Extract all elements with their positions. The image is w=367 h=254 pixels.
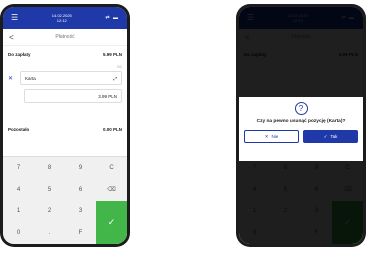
status-bar: ☰ 14.02.2025 12:12 ⇄ ▬ (3, 7, 127, 29)
key-f[interactable]: F (65, 222, 96, 244)
no-button[interactable]: ✕ Nie (244, 130, 299, 143)
yes-button-label: Tak (330, 134, 338, 139)
phone-payment-screen: ☰ 14.02.2025 12:12 ⇄ ▬ < Płatność Do zap… (0, 4, 130, 247)
status-time: 12:12 (56, 18, 67, 23)
payment-method-row: ✕ Karta ⤢ (8, 71, 122, 85)
payment-screen: ☰ 14.02.2025 12:12 ⇄ ▬ < Płatność Do zap… (3, 7, 127, 244)
payment-method-select[interactable]: Karta ⤢ (20, 71, 122, 85)
payment-method-label: Karta (25, 75, 36, 81)
amount-due-row: Do zapłaty 5.99 PLN (3, 52, 127, 57)
amount-due-value: 5.99 PLN (102, 52, 122, 57)
remaining-row: Pozostało 0.00 PLN (3, 127, 127, 132)
dialog-message: Czy na pewno usunąć pozycję (Karta)? (256, 119, 346, 124)
key-6[interactable]: 6 (65, 179, 96, 201)
key-1[interactable]: 1 (3, 201, 34, 223)
key-8[interactable]: 8 (34, 157, 65, 179)
remove-payment-icon[interactable]: ✕ (8, 75, 20, 82)
menu-icon[interactable]: ☰ (11, 14, 18, 22)
close-icon: ✕ (264, 133, 269, 139)
confirm-delete-dialog: ? Czy na pewno usunąć pozycję (Karta)? ✕… (239, 97, 363, 161)
amount-due-label: Do zapłaty (8, 52, 31, 57)
key-7[interactable]: 7 (3, 157, 34, 179)
key-clear[interactable]: C (96, 157, 127, 179)
key-2[interactable]: 2 (34, 201, 65, 223)
status-icons: ⇄ ▬ (105, 15, 119, 21)
numeric-keypad: 7 8 9 C 4 5 6 ⌫ 1 2 3 ✓ 0 . F (3, 156, 127, 244)
confirm-check-icon[interactable]: ✓ (96, 200, 127, 244)
remaining-label: Pozostało (8, 127, 30, 132)
key-9[interactable]: 9 (65, 157, 96, 179)
phone-confirm-dialog: ☰ 14.02.2025 12:12 ⇄ ▬ < Płatność Do zap… (236, 4, 366, 247)
payment-amount-field[interactable]: 3.99 PLN (24, 89, 122, 103)
payment-screen-dimmed: ☰ 14.02.2025 12:12 ⇄ ▬ < Płatność Do zap… (239, 7, 363, 244)
question-icon: ? (294, 102, 308, 115)
yes-button[interactable]: ✓ Tak (303, 130, 358, 143)
key-5[interactable]: 5 (34, 179, 65, 201)
backspace-icon[interactable]: ⌫ (96, 179, 127, 201)
no-button-label: Nie (271, 134, 279, 139)
key-0[interactable]: 0 (3, 222, 34, 244)
page-title: Płatność (55, 34, 75, 40)
key-3[interactable]: 3 (65, 201, 96, 223)
dialog-buttons: ✕ Nie ✓ Tak (244, 130, 358, 143)
key-dot[interactable]: . (34, 222, 65, 244)
key-4[interactable]: 4 (3, 179, 34, 201)
remaining-value: 0.00 PLN (102, 127, 122, 132)
expand-icon: ⤢ (113, 75, 117, 81)
check-icon: ✓ (323, 133, 328, 139)
payment-count: 0/2 (117, 65, 122, 69)
status-datetime: 14.02.2025 12:12 (52, 13, 72, 23)
title-bar: < Płatność (3, 29, 127, 46)
